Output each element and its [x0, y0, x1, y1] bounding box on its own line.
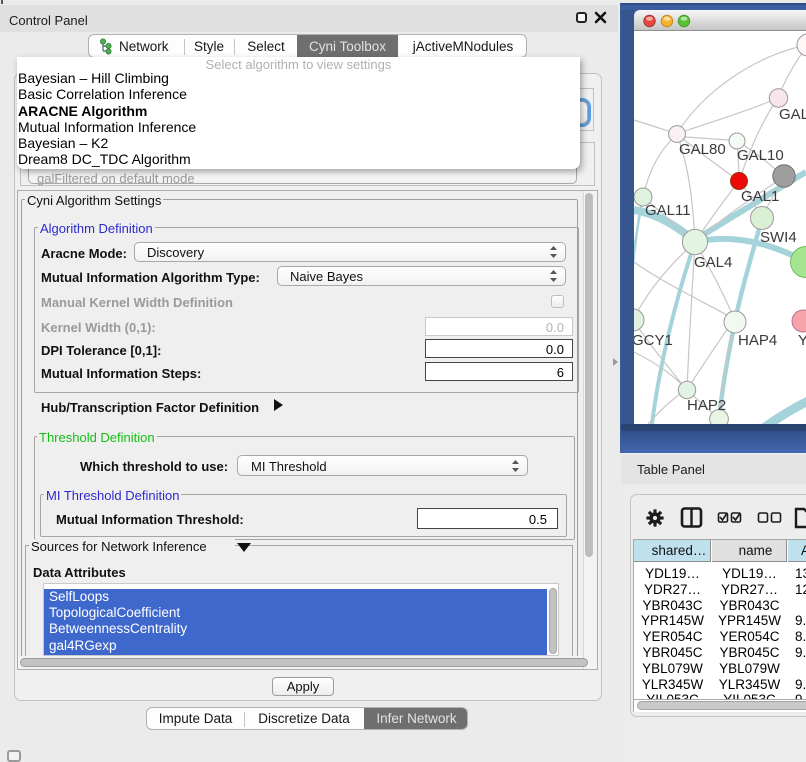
- svg-text:GAL11: GAL11: [645, 202, 691, 219]
- svg-text:Y: Y: [798, 332, 806, 349]
- svg-text:GAL7: GAL7: [779, 106, 806, 123]
- svg-text:GAL10: GAL10: [737, 147, 784, 164]
- svg-text:HAP2: HAP2: [687, 397, 726, 414]
- svg-text:GAL80: GAL80: [679, 141, 726, 158]
- svg-text:GAL1: GAL1: [741, 188, 779, 205]
- svg-text:SWI4: SWI4: [760, 229, 797, 246]
- svg-text:GCY1: GCY1: [634, 332, 673, 349]
- svg-text:GAL4: GAL4: [694, 254, 732, 271]
- svg-text:HAP4: HAP4: [738, 332, 777, 349]
